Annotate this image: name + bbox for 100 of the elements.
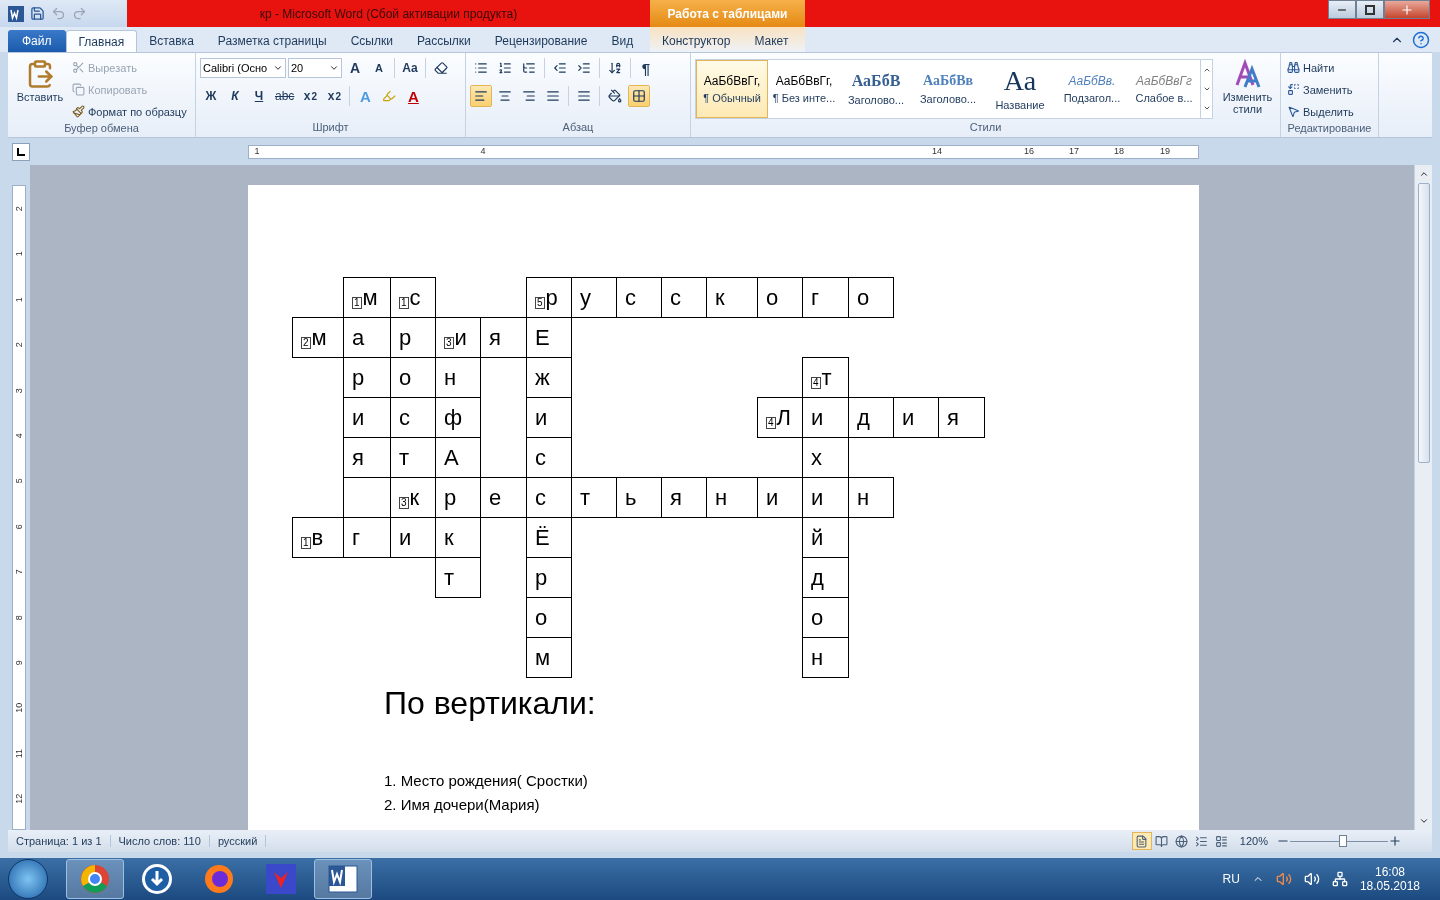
chrome-icon [80,864,110,894]
indent-icon [577,61,591,75]
crossword-cell: м [526,637,572,678]
ruler-number: 16 [1024,145,1034,156]
word-count[interactable]: Число слов: 110 [110,835,210,847]
style-item[interactable]: АаБбВ Заголово... [840,60,912,118]
grow-font-button[interactable]: A [344,57,366,79]
scissors-icon [72,61,85,74]
style-preview: АаБбВв. [1068,74,1116,88]
ribbon-tab[interactable]: Файл [8,30,66,52]
style-item[interactable]: АаБбВв Заголово... [912,60,984,118]
style-name: ¶ Обычный [703,92,761,104]
style-name: Слабое в... [1135,92,1193,104]
minimize-button[interactable] [1328,0,1356,19]
show-marks-button[interactable]: ¶ [635,57,657,79]
font-size-field[interactable]: 20 [288,58,342,78]
ribbon-tab[interactable]: Главная [65,30,138,52]
caret-icon [329,63,339,73]
binoculars-icon [1287,61,1300,74]
crossword-cell: т [435,557,481,598]
font-name-field[interactable]: Calibri (Осно [200,58,286,78]
borders-button[interactable] [628,85,650,107]
crossword-cell: н [706,477,758,518]
ruler-number: 8 [13,614,25,620]
language-indicator[interactable]: RU [1222,872,1240,886]
horizontal-ruler[interactable]: 1 4 14 16 17 18 19 [248,144,1199,159]
bullets-icon [474,61,488,75]
ribbon-tab[interactable]: Макет [742,30,801,52]
ruler-number: 17 [1069,145,1079,156]
page-count[interactable]: Страница: 1 из 1 [8,835,111,847]
scrollbar[interactable] [1414,165,1432,830]
align-icon [498,89,512,103]
style-item[interactable]: Аа Название [984,60,1056,118]
start-button[interactable] [8,859,48,899]
ribbon-tab[interactable]: Рассылки [404,30,483,52]
download-icon [141,863,173,895]
crossword-cell: я [661,477,707,518]
ribbon-tab[interactable]: Вставка [137,30,206,52]
ribbon-tab[interactable]: Конструктор [650,30,743,52]
font-color-button[interactable]: A [402,85,425,107]
style-item[interactable]: АаБбВвГг, ¶ Обычный [696,60,768,118]
crossword-cell: н [848,477,894,518]
crossword-cell: 4 т [802,357,849,398]
grid-icon [632,89,646,103]
change-case-button[interactable]: Aa [399,57,421,79]
ribbon-tab[interactable]: Разметка страницы [205,30,339,52]
crossword-cell: т [571,477,617,518]
format-button[interactable]: Ч [248,85,270,107]
style-item[interactable]: АаБбВв. Подзагол... [1056,60,1128,118]
taskbar-app[interactable] [66,859,124,899]
restore-icon [1365,4,1375,15]
lines-icon [1215,834,1229,848]
ruler-number: 2 [13,206,25,212]
format-button[interactable]: abc [272,85,298,107]
shrink-font-button[interactable]: A [368,57,390,79]
style-item[interactable]: АаБбВвГг, ¶ Без инте... [768,60,840,118]
zoom-slider[interactable] [1290,835,1388,847]
style-name: Заголово... [847,94,905,106]
maximize-button[interactable] [1356,0,1384,19]
format-button[interactable]: К [224,85,246,107]
word-icon[interactable] [8,5,24,22]
crossword-cell: ж [526,357,572,398]
style-preview: Аа [1003,67,1037,95]
eraser-icon [434,61,448,75]
zoom-level[interactable]: 120% [1231,835,1276,847]
vertical-ruler[interactable]: 2 1 1 2 3 4 5 6 7 8 9 10 11 12 [12,185,26,830]
clock[interactable]: 16:08 18.05.2018 [1359,865,1420,893]
paste-button[interactable]: Вставить [12,57,68,122]
flower-logo-icon [266,864,296,894]
outline-icon [1195,834,1209,848]
editing-command[interactable]: Заменить [1285,79,1356,100]
ribbon-tab[interactable]: Рецензирование [482,30,600,52]
group-label: Буфер обмена [63,122,140,136]
align-icon [522,89,536,103]
format-button[interactable]: Ж [200,85,222,107]
indent-icon [553,61,567,75]
zoom-in-icon [1388,834,1402,848]
ribbon-tab[interactable]: Вид [599,30,646,52]
change-styles-button[interactable]: Изменить стили [1219,57,1276,121]
taskbar-app[interactable] [314,859,372,899]
ribbon-tab[interactable]: Ссылки [338,30,405,52]
caret-icon [273,63,283,73]
language[interactable]: русский [209,835,267,847]
window-title: кр - Microsoft Word (Сбой активации продукта) [259,6,518,21]
crossword-cell: е [480,477,527,518]
editing-command[interactable]: Найти [1285,57,1356,78]
clipboard-command[interactable]: Формат по образцу [70,101,189,122]
tab-stop-selector[interactable] [12,142,30,161]
align-button[interactable] [470,85,492,107]
highlighter-icon [382,89,397,103]
style-name: Подзагол... [1063,92,1121,104]
crossword-cell: 1 с [390,277,436,318]
globe-icon [1175,834,1189,848]
pointer-icon [1287,105,1300,118]
editing-command[interactable]: Выделить [1285,101,1356,122]
ruler-number: 19 [1160,145,1170,156]
view-button[interactable] [1131,832,1152,850]
page-icon [1135,834,1149,848]
ruler-number: 4 [480,145,486,156]
style-item[interactable]: АаБбВвГг Слабое в... [1128,60,1200,118]
